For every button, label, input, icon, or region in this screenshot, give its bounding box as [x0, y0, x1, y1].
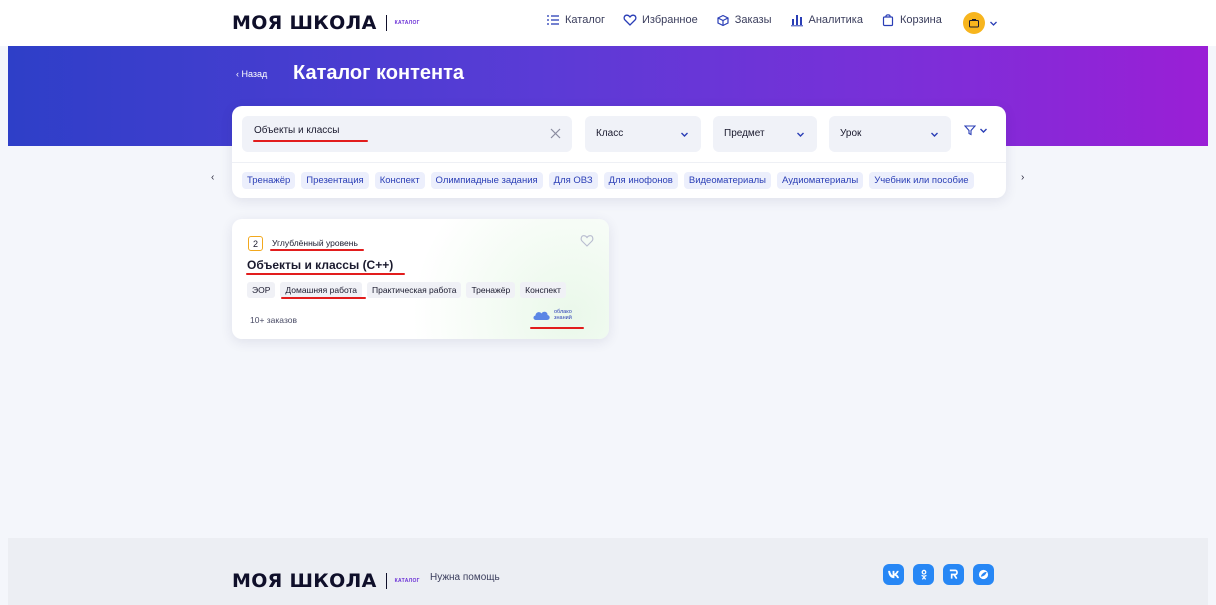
vk-icon[interactable]	[883, 564, 904, 585]
nav-catalog-label: Каталог	[565, 14, 605, 26]
orders-count: 10+ заказов	[250, 315, 297, 325]
footer-logo-separator	[385, 573, 387, 589]
chevron-down-icon	[797, 132, 804, 137]
tags-scroll-left[interactable]: ‹	[211, 172, 214, 183]
nav-analytics[interactable]: Аналитика	[790, 13, 863, 27]
nav-favorites[interactable]: Избранное	[623, 13, 698, 27]
cloud-icon	[533, 311, 550, 320]
help-link[interactable]: Нужна помощь	[430, 572, 500, 583]
chip-practical: Практическая работа	[367, 282, 462, 298]
nav-analytics-label: Аналитика	[808, 14, 863, 26]
logo[interactable]: МОЯ ШКОЛА каталог	[232, 12, 420, 34]
nav-orders[interactable]: Заказы	[716, 13, 772, 27]
tag-video[interactable]: Видеоматериалы	[683, 172, 771, 189]
tags-scroll-right[interactable]: ›	[1021, 172, 1024, 183]
footer-logo[interactable]: МОЯ ШКОЛА каталог	[232, 570, 420, 592]
chip-homework: Домашняя работа	[280, 282, 363, 298]
card-title[interactable]: Объекты и классы (С++)	[247, 258, 393, 272]
tag-foreign[interactable]: Для инофонов	[603, 172, 678, 189]
chevron-down-icon	[681, 132, 688, 137]
logo-separator	[385, 15, 387, 31]
provider-logo: облако знаний	[532, 308, 572, 321]
level-label: Углублённый уровень	[272, 238, 358, 248]
profile-menu[interactable]	[963, 12, 998, 34]
chart-icon	[790, 15, 803, 27]
nav-cart[interactable]: Корзина	[881, 13, 942, 27]
bag-icon	[882, 14, 894, 27]
avatar	[963, 12, 985, 34]
briefcase-icon	[969, 19, 979, 28]
back-link[interactable]: ‹ Назад	[236, 69, 267, 79]
tag-presentation[interactable]: Презентация	[301, 172, 369, 189]
nav-favorites-label: Избранное	[642, 14, 698, 26]
tag-trainer[interactable]: Тренажёр	[242, 172, 296, 189]
grade-badge: 2	[248, 236, 263, 251]
clear-search-icon[interactable]	[549, 127, 562, 140]
type-tags-row: Тренажёр Презентация Конспект Олимпиадны…	[232, 162, 1006, 198]
box-icon	[717, 14, 729, 27]
provider-line1: облако	[554, 308, 572, 315]
provider-underline	[530, 327, 584, 329]
chip-eor: ЭОР	[247, 282, 276, 298]
main-nav: Каталог Избранное Заказы Аналитика Корзи…	[546, 13, 960, 27]
page-title: Каталог контента	[293, 62, 464, 84]
nav-orders-label: Заказы	[734, 14, 772, 26]
tag-ovz[interactable]: Для ОВЗ	[548, 172, 598, 189]
tag-audio[interactable]: Аудиоматериалы	[777, 172, 864, 189]
ok-icon[interactable]	[913, 564, 934, 585]
list-icon	[547, 15, 559, 25]
chip-summary: Конспект	[520, 282, 566, 298]
nav-cart-label: Корзина	[899, 14, 942, 26]
search-panel: Класс Предмет Урок Тренажёр Презентация …	[232, 106, 1006, 198]
logo-text: МОЯ ШКОЛА	[232, 12, 377, 34]
grade-select[interactable]: Класс	[585, 116, 701, 152]
tag-olympiad[interactable]: Олимпиадные задания	[430, 172, 543, 189]
heart-icon	[623, 14, 637, 26]
subject-select[interactable]: Предмет	[713, 116, 817, 152]
chevron-down-icon	[931, 132, 938, 137]
search-box	[242, 116, 572, 152]
chip-trainer: Тренажёр	[466, 282, 516, 298]
grade-select-label: Класс	[596, 128, 624, 139]
favorite-heart-icon[interactable]	[580, 234, 594, 247]
provider-name: облако знаний	[554, 309, 572, 321]
social-links	[883, 564, 994, 585]
subject-select-label: Предмет	[724, 128, 765, 139]
tag-textbook[interactable]: Учебник или пособие	[869, 172, 974, 189]
rutube-icon[interactable]	[943, 564, 964, 585]
footer-logo-text: МОЯ ШКОЛА	[232, 570, 377, 592]
logo-badge: каталог	[394, 20, 420, 26]
search-input[interactable]	[254, 125, 534, 136]
nav-catalog[interactable]: Каталог	[546, 13, 605, 27]
type-tags: Тренажёр Презентация Конспект Олимпиадны…	[242, 172, 974, 189]
lesson-select-label: Урок	[840, 128, 862, 139]
content-card[interactable]: 2 Углублённый уровень Объекты и классы (…	[232, 219, 609, 339]
chevron-down-icon	[980, 128, 987, 133]
level-underline	[270, 249, 364, 251]
provider-line2: знаний	[554, 314, 572, 321]
footer-logo-badge: каталог	[394, 578, 420, 584]
chevron-down-icon	[990, 21, 997, 26]
title-underline	[246, 273, 405, 275]
sferum-icon[interactable]	[973, 564, 994, 585]
footer	[8, 538, 1208, 605]
filter-button[interactable]	[964, 124, 988, 136]
lesson-select[interactable]: Урок	[829, 116, 951, 152]
search-highlight-underline	[253, 140, 368, 142]
tag-summary[interactable]: Конспект	[374, 172, 425, 189]
card-chips: ЭОР Домашняя работа Практическая работа …	[247, 282, 566, 298]
filter-icon	[964, 125, 976, 136]
homework-underline	[281, 297, 366, 299]
